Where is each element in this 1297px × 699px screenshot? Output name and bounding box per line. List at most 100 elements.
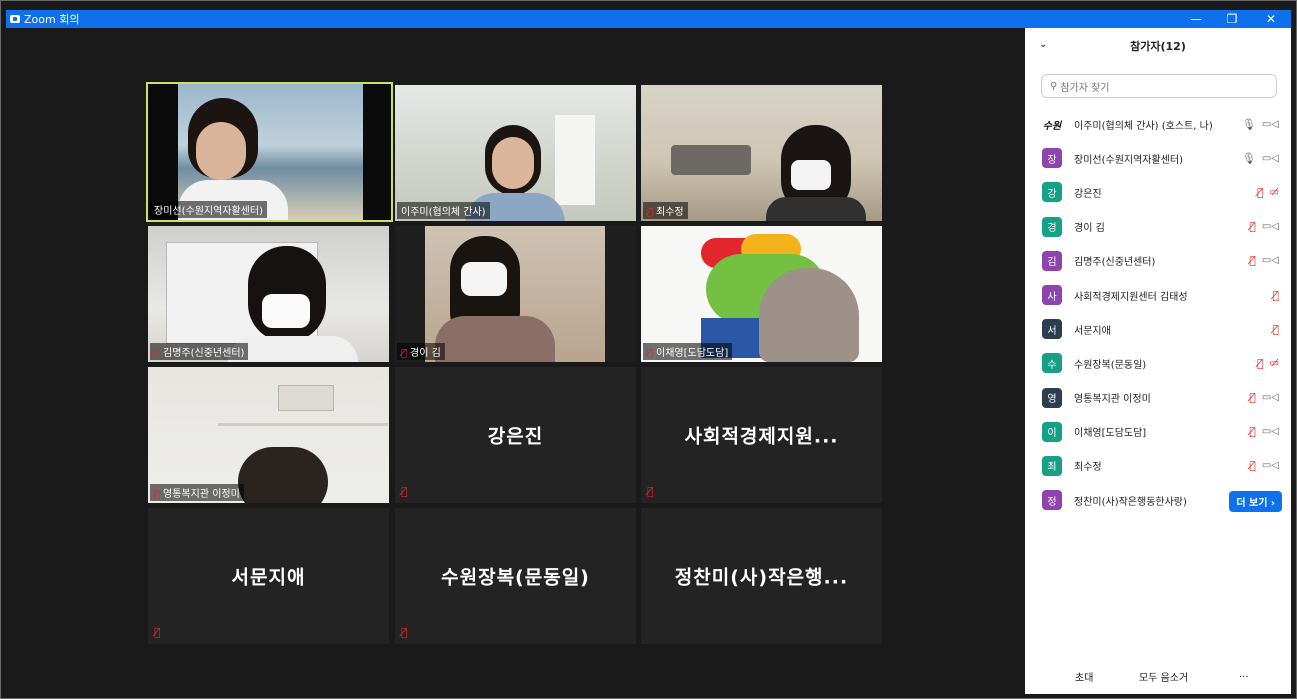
participant-row[interactable]: 정 정찬미(사)작은행동한사랑) 더 보기 › (1025, 483, 1291, 517)
participant-display-name: 사회적경제지원... (684, 425, 839, 448)
participant-display-name: 강은진 (487, 425, 544, 448)
participant-row[interactable]: 김 김명주(신중년센터) 🎙̸ ▭◁ (1025, 244, 1291, 278)
participant-row[interactable]: 경 경이 김 🎙̸ ▭◁ (1025, 210, 1291, 244)
participant-row[interactable]: 영 영통복지관 이정미 🎙̸ ▭◁ (1025, 381, 1291, 415)
video-tile[interactable]: 🎙̸ 김명주(신중년센터) (148, 226, 389, 362)
status-icons: 🎙̸ ▭◁ (1249, 244, 1279, 278)
mic-muted-icon: 🎙̸ (647, 485, 654, 498)
panel-header: ⌄ 참가자(12) (1025, 28, 1291, 64)
participant-row[interactable]: 수 수원장복(문동일) 🎙̸ ▭̸ (1025, 346, 1291, 380)
panel-footer: 초대 모두 음소거 ... (1025, 658, 1291, 694)
video-tile[interactable]: 장미선(수원지역자활센터) (146, 82, 393, 222)
participant-list: 수원 이주미(협의체 간사) (호스트, 나) 🎙 ▭◁ 장 장미선(수원지역자활센터) 🎙… (1025, 107, 1291, 517)
participant-name: 최수정 (1074, 462, 1102, 474)
search-icon: ⚲ (1050, 80, 1058, 92)
status-icons: 🎙̸ (1272, 312, 1279, 346)
avatar: 장 (1042, 148, 1062, 169)
participant-name: 영통복지관 이정미 (1074, 394, 1151, 406)
participant-row[interactable]: 장 장미선(수원지역자활센터) 🎙 ▭◁ (1025, 141, 1291, 175)
camera-icon[interactable]: ▭◁ (1262, 153, 1279, 164)
camera-icon[interactable]: ▭◁ (1262, 426, 1279, 437)
more-options-button[interactable]: ... (1233, 667, 1255, 682)
status-icons: 🎙̸ ▭̸ (1257, 175, 1279, 209)
video-tile-off[interactable]: 서문지애 🎙̸ (148, 508, 389, 644)
avatar: 경 (1042, 216, 1062, 237)
video-tile[interactable]: 🎙̸ 이채영[도담도담] (641, 226, 882, 362)
mic-muted-icon[interactable]: 🎙̸ (1272, 289, 1279, 302)
participant-row[interactable]: 최 최수정 🎙̸ ▭◁ (1025, 449, 1291, 483)
restore-button[interactable]: ❐ (1217, 10, 1247, 28)
mute-all-button[interactable]: 모두 음소거 (1133, 667, 1194, 686)
camera-off-icon[interactable]: ▭̸ (1270, 358, 1279, 369)
participant-display-name: 서문지애 (231, 566, 306, 589)
video-tile[interactable]: 🎙̸ 최수정 (641, 85, 882, 221)
participant-row[interactable]: 사 사회적경제지원센터 김태성 🎙̸ (1025, 278, 1291, 312)
participant-name: 김명주(신중년센터) (1074, 257, 1156, 269)
invite-button[interactable]: 초대 (1069, 667, 1099, 686)
camera-icon[interactable]: ▭◁ (1262, 392, 1279, 403)
video-tile[interactable]: 이주미(협의체 간사) (395, 85, 636, 221)
status-icons: 🎙̸ ▭◁ (1249, 449, 1279, 483)
more-button[interactable]: 더 보기 › (1229, 491, 1282, 513)
status-icons: 🎙̸ ▭̸ (1257, 346, 1279, 380)
mic-muted-icon[interactable]: 🎙̸ (1249, 391, 1256, 404)
mic-muted-icon: 🎙̸ (401, 485, 408, 498)
participant-display-name: 정찬미(사)작은행... (674, 566, 849, 589)
mic-muted-icon[interactable]: 🎙̸ (1249, 459, 1256, 472)
participant-row[interactable]: 이 이채영[도담도담] 🎙̸ ▭◁ (1025, 415, 1291, 449)
status-icons: 🎙̸ (1272, 278, 1279, 312)
participant-row[interactable]: 서 서문지애 🎙̸ (1025, 312, 1291, 346)
mic-muted-icon[interactable]: 🎙̸ (1257, 357, 1264, 370)
camera-icon[interactable]: ▭◁ (1262, 221, 1279, 232)
mic-muted-icon: 🎙̸ (401, 626, 408, 639)
close-button[interactable]: ✕ (1256, 10, 1286, 28)
avatar: 김 (1042, 250, 1062, 271)
participant-row[interactable]: 강 강은진 🎙̸ ▭̸ (1025, 175, 1291, 209)
camera-icon[interactable]: ▭◁ (1262, 119, 1279, 130)
participant-name-label: 🎙̸ 김명주(신중년센터) (150, 343, 249, 360)
video-tile-off[interactable]: 강은진 🎙̸ (395, 367, 636, 503)
avatar: 정 (1042, 490, 1062, 511)
camera-off-icon[interactable]: ▭̸ (1270, 187, 1279, 198)
avatar: 사 (1042, 285, 1062, 306)
mic-muted-icon[interactable]: 🎙̸ (1272, 323, 1279, 336)
participant-name-label: 🎙̸ 이채영[도담도담] (643, 343, 733, 360)
status-icons: 🎙 ▭◁ (1242, 107, 1279, 141)
mic-muted-icon: 🎙̸ (154, 348, 161, 359)
video-tile-off[interactable]: 수원장복(문동일) 🎙̸ (395, 508, 636, 644)
participant-name: 이주미(협의체 간사) (호스트, 나) (1074, 120, 1213, 132)
mic-muted-icon[interactable]: 🎙̸ (1249, 254, 1256, 267)
minimize-button[interactable]: — (1181, 10, 1211, 28)
video-tile[interactable]: 🎙̸ 영통복지관 이정미 (148, 367, 389, 503)
mic-icon[interactable]: 🎙 (1242, 118, 1256, 131)
camera-icon[interactable]: ▭◁ (1262, 255, 1279, 266)
camera-icon[interactable]: ▭◁ (1262, 460, 1279, 471)
mic-muted-icon: 🎙̸ (647, 207, 654, 218)
participant-name: 사회적경제지원센터 김태성 (1074, 291, 1188, 303)
participant-name: 이채영[도담도담] (1074, 428, 1147, 440)
mic-icon[interactable]: 🎙 (1242, 152, 1256, 165)
panel-title: 참가자(12) (1130, 40, 1186, 53)
status-icons: 🎙̸ ▭◁ (1249, 415, 1279, 449)
zoom-camera-icon (10, 15, 20, 23)
mic-muted-icon[interactable]: 🎙̸ (1249, 220, 1256, 233)
video-tile-off[interactable]: 정찬미(사)작은행... (641, 508, 882, 644)
status-icons: 🎙 ▭◁ (1242, 141, 1279, 175)
participant-name: 강은진 (1074, 188, 1102, 200)
mic-muted-icon: 🎙̸ (154, 626, 161, 639)
participant-name: 정찬미(사)작은행동한사랑) (1074, 496, 1187, 508)
mic-muted-icon: 🎙̸ (647, 348, 654, 359)
avatar: 최 (1042, 455, 1062, 476)
participant-name: 수원장복(문동일) (1074, 359, 1147, 371)
video-tile-off[interactable]: 사회적경제지원... 🎙̸ (641, 367, 882, 503)
participant-name-label: 🎙̸ 최수정 (643, 202, 688, 219)
participant-name-label: 이주미(협의체 간사) (397, 202, 490, 219)
chevron-down-icon[interactable]: ⌄ (1039, 39, 1047, 50)
video-tile[interactable]: 🎙̸ 경이 김 (395, 226, 636, 362)
participant-display-name: 수원장복(문동일) (441, 566, 590, 589)
mic-muted-icon[interactable]: 🎙̸ (1257, 186, 1264, 199)
participant-row[interactable]: 수원 이주미(협의체 간사) (호스트, 나) 🎙 ▭◁ (1025, 107, 1291, 141)
window-title: Zoom 회의 (24, 13, 80, 26)
participant-search-input[interactable]: ⚲ 참가자 찾기 (1041, 74, 1277, 98)
mic-muted-icon[interactable]: 🎙̸ (1249, 425, 1256, 438)
